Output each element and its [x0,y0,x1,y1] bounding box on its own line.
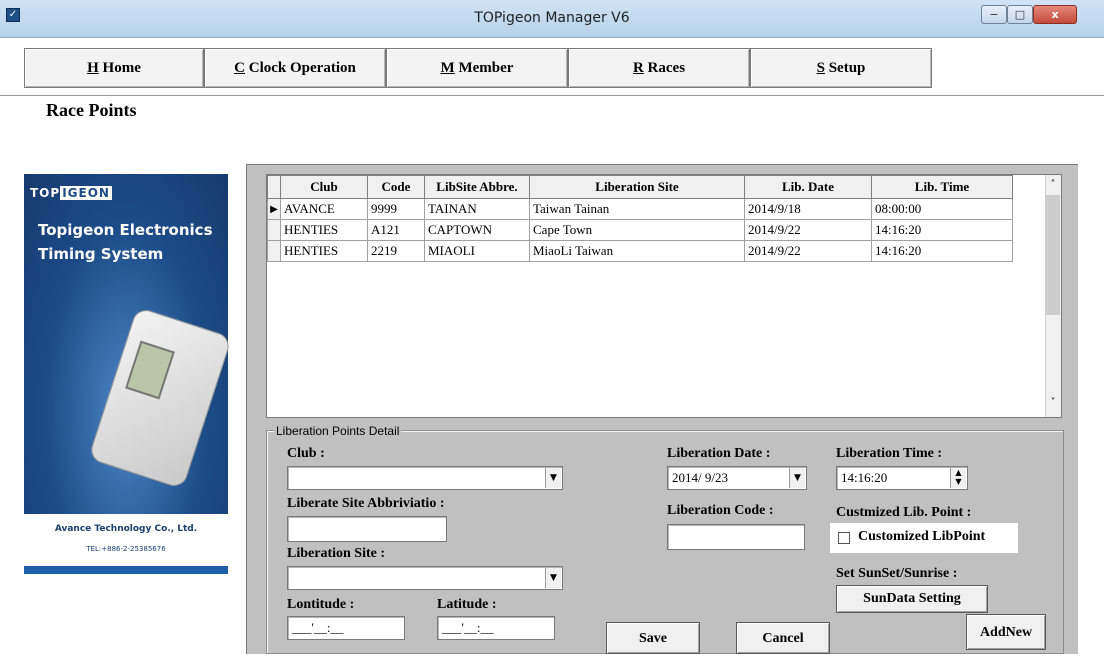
cell-liberation-site[interactable]: Cape Town [529,219,745,241]
table-row[interactable]: HENTIES 2219 MIAOLI MiaoLi Taiwan 2014/9… [267,240,1013,262]
table-header-row: Club Code LibSite Abbre. Liberation Site… [267,175,1013,199]
maximize-button[interactable]: □ [1007,5,1033,24]
cancel-button[interactable]: Cancel [736,622,830,654]
menu-home-label: Home [102,60,141,76]
time-spinner[interactable]: 14:16:20 ▲ ▼ [836,466,968,490]
time-spinner-arrows-icon[interactable]: ▲ ▼ [950,468,966,488]
row-selector[interactable] [267,219,281,241]
menu-clock-label: Clock Operation [248,60,356,76]
race-points-table: Club Code LibSite Abbre. Liberation Site… [267,175,1013,262]
cell-lib-time[interactable]: 14:16:20 [871,219,1013,241]
code-label: Liberation Code : [667,503,774,518]
time-label: Liberation Time : [836,446,943,461]
menu-home-button[interactable]: H Home [24,48,204,88]
brand-name: Topigeon Electronics Timing System [38,218,228,266]
menu-races-button[interactable]: R Races [568,48,750,88]
menu-member-button[interactable]: M Member [386,48,568,88]
column-header-lib-time[interactable]: Lib. Time [871,175,1013,199]
abbr-input[interactable] [287,516,447,542]
menu-setup-button[interactable]: S Setup [750,48,932,88]
cell-lib-date[interactable]: 2014/9/22 [744,240,872,262]
grid-scroll-thumb[interactable] [1046,195,1060,315]
longitude-input[interactable]: ___'__:__ [287,616,405,640]
brand-logo-suffix: IGEON [60,186,112,200]
sundata-setting-button[interactable]: SunData Setting [836,585,988,613]
scroll-up-icon[interactable]: ˄ [1046,178,1060,192]
site-dropdown-icon[interactable]: ▼ [545,568,561,588]
cell-lib-date[interactable]: 2014/9/18 [744,198,872,220]
brand-tel: TEL:+886-2-25385676 [86,545,166,553]
row-selector-header [267,175,281,199]
cell-code[interactable]: A121 [367,219,425,241]
cell-club[interactable]: HENTIES [280,240,368,262]
cell-liberation-site[interactable]: Taiwan Tainan [529,198,745,220]
date-picker-value: 2014/ 9/23 [672,470,728,485]
brand-logo: TOP IGEON [30,186,112,200]
date-picker[interactable]: 2014/ 9/23 ▼ [667,466,807,490]
row-selector-current[interactable]: ▶ [267,198,281,220]
longitude-label: Lontitude : [287,597,355,612]
customized-libpoint-checkbox[interactable] [838,532,850,544]
menu-member-label: Member [458,60,514,76]
brand-footer-bar [24,566,228,574]
table-row[interactable]: HENTIES A121 CAPTOWN Cape Town 2014/9/22… [267,219,1013,241]
club-dropdown-icon[interactable]: ▼ [545,468,561,488]
column-header-liberation-site[interactable]: Liberation Site [529,175,745,199]
site-label: Liberation Site : [287,546,385,561]
table-row[interactable]: ▶ AVANCE 9999 TAINAN Taiwan Tainan 2014/… [267,198,1013,220]
time-spinner-value: 14:16:20 [841,470,888,485]
menu-setup-label: Setup [828,60,866,76]
cell-libsite-abbre[interactable]: TAINAN [424,198,530,220]
close-button[interactable]: x [1033,5,1077,24]
code-input[interactable] [667,524,805,550]
menu-clock-operation-button[interactable]: C Clock Operation [204,48,386,88]
scroll-down-icon[interactable]: ˅ [1046,396,1060,410]
column-header-club[interactable]: Club [280,175,368,199]
cell-libsite-abbre[interactable]: CAPTOWN [424,219,530,241]
menu-races-accel: R [632,60,644,76]
window-title: TOPigeon Manager V6 [474,10,630,26]
cell-club[interactable]: HENTIES [280,219,368,241]
cell-club[interactable]: AVANCE [280,198,368,220]
cell-code[interactable]: 2219 [367,240,425,262]
abbr-label: Liberate Site Abbriviatio : [287,496,445,511]
detail-group-legend: Liberation Points Detail [274,424,402,438]
sun-label: Set SunSet/Sunrise : [836,566,958,581]
menu-home-accel: H [87,60,99,76]
cell-code[interactable]: 9999 [367,198,425,220]
column-header-libsite-abbre[interactable]: LibSite Abbre. [424,175,530,199]
minimize-button[interactable]: − [981,5,1007,24]
club-combo[interactable]: ▼ [287,466,563,490]
brand-company: Avance Technology Co., Ltd. [54,524,198,534]
race-points-grid[interactable]: Club Code LibSite Abbre. Liberation Site… [266,174,1062,418]
cell-lib-time[interactable]: 14:16:20 [871,240,1013,262]
customized-libpoint-label: Customized LibPoint [858,529,986,544]
save-button[interactable]: Save [606,622,700,654]
site-combo[interactable]: ▼ [287,566,563,590]
menu-races-label: Races [647,60,686,76]
date-label: Liberation Date : [667,446,771,461]
cell-lib-time[interactable]: 08:00:00 [871,198,1013,220]
brand-logo-prefix: TOP [30,186,61,200]
brand-name-line2: Timing System [38,245,164,263]
row-selector[interactable] [267,240,281,262]
menu-member-accel: M [440,60,455,76]
column-header-code[interactable]: Code [367,175,425,199]
column-header-lib-date[interactable]: Lib. Date [744,175,872,199]
latitude-label: Latitude : [437,597,497,612]
latitude-input[interactable]: ___'__:__ [437,616,555,640]
menu-clock-accel: C [234,60,245,76]
cell-lib-date[interactable]: 2014/9/22 [744,219,872,241]
brand-name-line1: Topigeon Electronics [38,221,213,239]
club-label: Club : [287,446,325,461]
addnew-button[interactable]: AddNew [966,614,1046,650]
custom-label: Custmized Lib. Point : [836,505,972,520]
date-dropdown-icon[interactable]: ▼ [789,468,805,488]
cell-liberation-site[interactable]: MiaoLi Taiwan [529,240,745,262]
cell-libsite-abbre[interactable]: MIAOLI [424,240,530,262]
menu-setup-accel: S [816,60,825,76]
page-title: Race Points [46,100,137,120]
